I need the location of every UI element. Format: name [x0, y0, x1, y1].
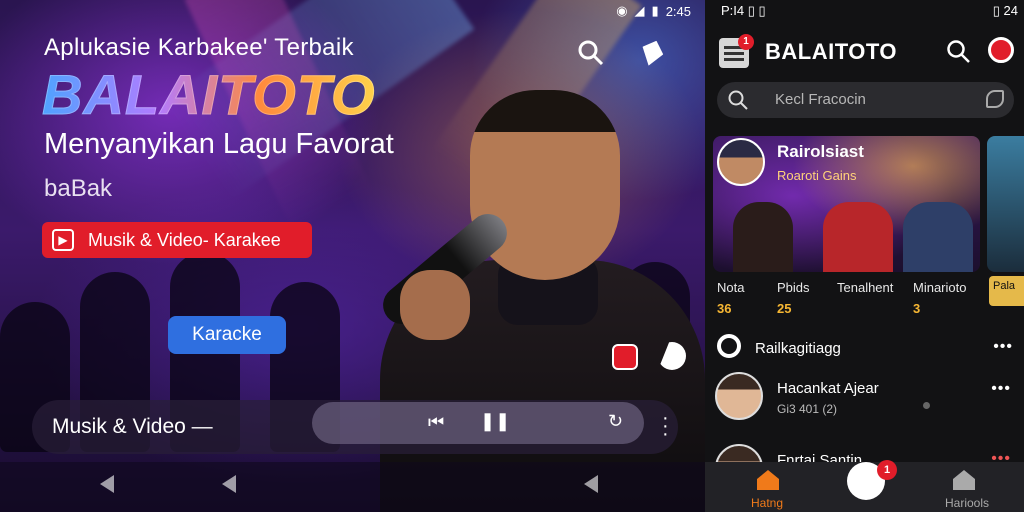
previous-icon[interactable]: ⏮: [428, 412, 444, 433]
list-item[interactable]: Hacankat Ajear Gi3 401 (2) •••: [715, 372, 1015, 428]
video-icon: ▶: [52, 229, 74, 251]
avatar: [715, 372, 763, 420]
featured-card[interactable]: Rairolsiast Roaroti Gains: [713, 136, 980, 272]
search-placeholder: Kecl Fracocin: [775, 91, 866, 108]
section-label: Railkagitiagg: [755, 340, 841, 357]
attach-icon[interactable]: [986, 90, 1004, 108]
list-item-name: Hacankat Ajear: [777, 380, 879, 397]
performer-photo: [903, 202, 973, 272]
featured-card[interactable]: [987, 136, 1024, 272]
nav-right-label[interactable]: Hariools: [945, 496, 989, 510]
hero-subline: baBak: [44, 175, 113, 202]
battery-icon: ▮: [651, 3, 659, 18]
player-title: Musik & Video —: [52, 415, 213, 438]
back-icon[interactable]: [584, 475, 598, 493]
search-icon[interactable]: [576, 38, 604, 66]
stat-item: Pbids 25: [777, 280, 810, 316]
profile-icon[interactable]: [988, 37, 1014, 63]
menu-badge: 1: [738, 34, 754, 50]
featured-name: Rairolsiast: [777, 142, 864, 161]
stat-label: Minarioto: [913, 280, 967, 295]
category-badge[interactable]: ▶ Musik & Video- Karakee: [42, 222, 312, 258]
status-bar: ◉ ◢ ▮ 2:45: [616, 3, 691, 19]
stat-tag: Pala: [989, 276, 1024, 306]
screenshot: ◉ ◢ ▮ 2:45 Aplukasie Karbakee' Terbaik B…: [0, 0, 1024, 512]
repeat-icon[interactable]: ↻: [608, 411, 623, 432]
search-icon[interactable]: [945, 38, 971, 64]
search-icon: [728, 90, 748, 110]
featured-subtitle: Roaroti Gains: [777, 168, 857, 183]
more-options-icon[interactable]: · · ·: [662, 408, 669, 444]
gem-icon[interactable]: [637, 37, 667, 69]
more-options-icon[interactable]: •••: [991, 380, 1011, 398]
back-icon[interactable]: [100, 475, 114, 493]
chat-badge: 1: [877, 460, 897, 480]
media-player-bar: Musik & Video — ⏮ ❚❚ ↻: [32, 400, 678, 454]
stat-value: 3: [913, 301, 921, 316]
app-title: BALAITOTO: [765, 39, 898, 64]
karaoke-button[interactable]: Karacke: [168, 316, 286, 354]
status-right: ▯ 24: [992, 3, 1018, 18]
karaoke-hero-banner: ◉ ◢ ▮ 2:45 Aplukasie Karbakee' Terbaik B…: [0, 0, 705, 512]
nav-home-label[interactable]: Hatng: [751, 496, 783, 510]
stat-item: Nota 36: [717, 280, 744, 316]
back-icon[interactable]: [222, 475, 236, 493]
stat-item: Minarioto 3: [913, 280, 966, 316]
wifi-icon: ◉: [616, 3, 628, 18]
category-badge-label: Musik & Video- Karakee: [88, 229, 281, 250]
app-screen: P:I4 ▯ ▯ ▯ 24 1 BALAITOTO Kecl Fracocin: [705, 0, 1024, 512]
stat-label: Nota: [717, 280, 745, 295]
status-bar: P:I4 ▯ ▯ ▯ 24: [705, 0, 1024, 22]
stat-value: 25: [777, 301, 792, 316]
status-time: 2:45: [665, 3, 691, 19]
list-item-detail: Gi3 401 (2): [777, 402, 838, 416]
performer-photo: [733, 202, 793, 272]
search-input[interactable]: Kecl Fracocin: [717, 82, 1014, 118]
player-controls: ⏮ ❚❚ ↻: [312, 402, 644, 444]
stat-value: 36: [717, 301, 732, 316]
record-icon: [717, 334, 741, 358]
stat-label: Tenalhent: [837, 280, 894, 295]
more-options-icon[interactable]: •••: [993, 338, 1013, 356]
gift-icon[interactable]: [612, 344, 638, 370]
brand-logo: BALAITOTO: [42, 63, 376, 127]
stat-label: Pbids: [777, 280, 810, 295]
hero-headline: Menyanyikan Lagu Favorat: [44, 128, 394, 160]
avatar: [717, 138, 765, 186]
stats-row: Nota 36 Pbids 25 Tenalhent Minarioto 3: [717, 280, 1017, 320]
status-dot: [923, 402, 930, 409]
hero-tagline: Aplukasie Karbakee' Terbaik: [44, 34, 354, 61]
stat-item: Tenalhent: [837, 280, 893, 301]
signal-icon: ◢: [634, 3, 645, 18]
pause-icon[interactable]: ❚❚: [480, 411, 510, 432]
performer-photo: [823, 202, 893, 272]
section-header: Railkagitiagg •••: [717, 332, 1017, 362]
status-left: P:I4 ▯ ▯: [721, 3, 766, 18]
